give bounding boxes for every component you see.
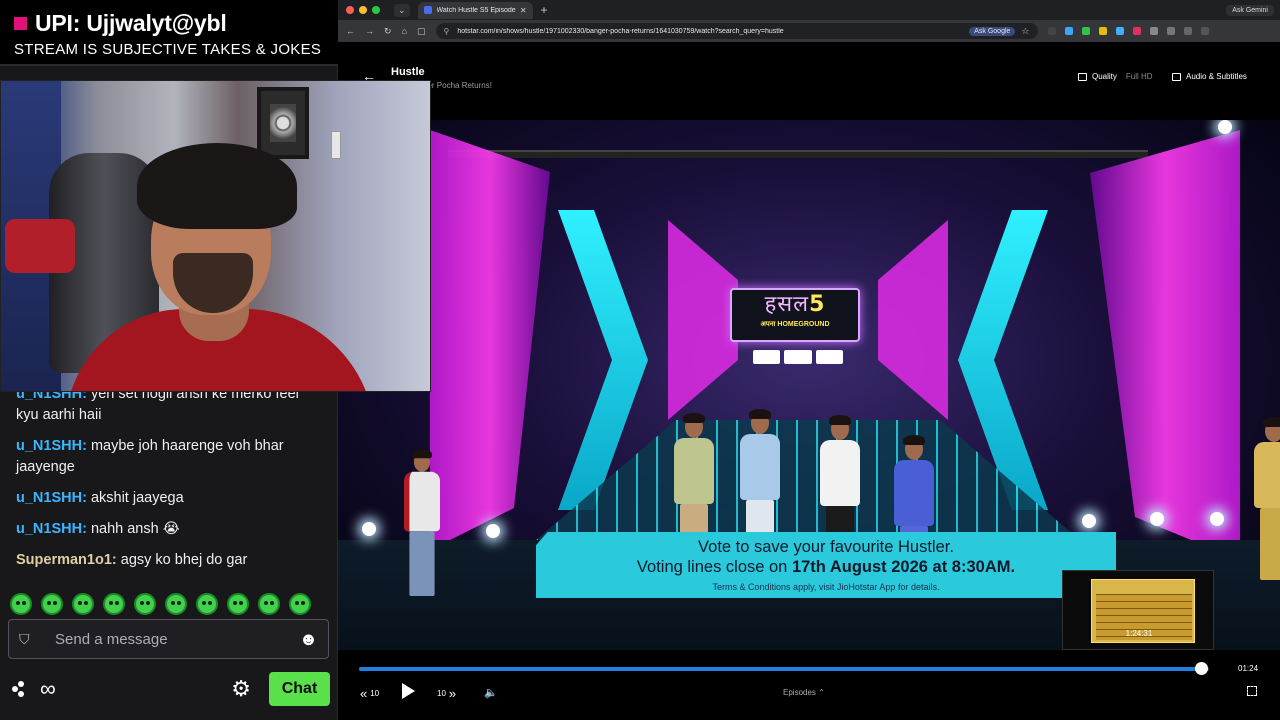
download-icon[interactable] <box>1166 27 1175 35</box>
chat-input[interactable] <box>55 630 300 648</box>
time-remaining: 01:24 <box>1238 664 1259 673</box>
chat-toolbar: ∞ ⚙ Chat <box>12 671 330 707</box>
url-field[interactable]: ⚲ hotstar.com/in/shows/hustle/1971002330… <box>435 23 1038 39</box>
chat-messages: u_N1SHH: yeh set hogii ansh ke merko fee… <box>0 384 338 581</box>
frog-emote-icon[interactable] <box>72 593 94 615</box>
shield-icon[interactable]: ⛉ <box>19 631 35 647</box>
chat-message: Superman1o1: agsy ko bhej do gar <box>0 550 338 571</box>
video-player: ← Hustle ger Pocha Returns! Quality Full… <box>338 42 1280 720</box>
show-title: Hustle <box>391 66 425 78</box>
extension-icon[interactable] <box>1047 27 1056 35</box>
chat-send-button[interactable]: Chat <box>269 672 330 706</box>
extensions <box>1047 27 1209 35</box>
ask-google-button[interactable]: Ask Google <box>969 26 1016 36</box>
show-logo: हसल5 अपना HOMEGROUND <box>730 288 860 342</box>
forward-icon: » <box>448 686 457 701</box>
quality-button[interactable]: Quality Full HD <box>1078 72 1153 81</box>
ask-gemini-button[interactable]: Ask Gemini <box>1226 4 1274 16</box>
extension-icon[interactable] <box>1098 27 1107 35</box>
wall-art <box>257 87 309 159</box>
chat-username[interactable]: u_N1SHH: <box>16 490 87 506</box>
frog-emote-icon[interactable] <box>258 593 280 615</box>
chat-message: u_N1SHH: maybe joh haarenge voh bhar jaa… <box>0 436 338 478</box>
progress-bar[interactable] <box>359 662 1209 675</box>
extension-icon[interactable] <box>1081 27 1090 35</box>
forward-icon[interactable]: → <box>365 26 374 36</box>
puzzle-icon[interactable] <box>1149 27 1158 35</box>
extension-icon[interactable] <box>1132 27 1141 35</box>
frog-emote-icon[interactable] <box>41 593 63 615</box>
home-icon[interactable]: ⌂ <box>402 26 407 36</box>
stream-tagline: STREAM IS SUBJECTIVE TAKES & JOKES <box>14 41 322 58</box>
progress-fill <box>359 667 1202 671</box>
new-tab-icon[interactable]: + <box>541 3 548 17</box>
profile-icon[interactable] <box>1183 27 1192 35</box>
contestant <box>400 449 443 596</box>
hotstar-favicon-icon <box>423 6 432 14</box>
browser-window: ⌄ Watch Hustle S5 Episode 4 - ✕ + Ask Ge… <box>338 0 1280 720</box>
browser-tab[interactable]: Watch Hustle S5 Episode 4 - ✕ <box>417 1 533 19</box>
upi-text: UPI: Ujjwalyt@ybl <box>35 10 227 36</box>
progress-knob[interactable] <box>1195 662 1209 675</box>
minimize-window-button[interactable] <box>359 6 367 14</box>
maximize-window-button[interactable] <box>372 6 380 14</box>
chat-message: u_N1SHH: akshit jaayega <box>0 488 338 509</box>
close-window-button[interactable] <box>346 6 354 14</box>
pink-square-icon <box>14 17 27 30</box>
window-controls <box>346 6 380 14</box>
webcam-feed <box>0 80 431 392</box>
subtitles-icon <box>1172 72 1181 81</box>
voting-ticker: Vote to save your favourite Hustler. Vot… <box>536 532 1116 598</box>
sidepanel-icon[interactable]: ▢ <box>417 26 426 37</box>
emote-bar <box>10 590 330 618</box>
emoji-icon[interactable]: ☻ <box>299 629 318 650</box>
extension-icon[interactable] <box>1115 27 1124 35</box>
sponsor-logos <box>753 350 843 364</box>
chat-text: agsy ko bhej do gar <box>120 552 248 568</box>
forward-10-button[interactable]: 10» <box>437 686 459 701</box>
scrub-preview-thumbnail: 1:24:31 <box>1062 570 1214 650</box>
audio-subtitles-button[interactable]: Audio & Subtitles <box>1172 72 1247 81</box>
extension-icon[interactable] <box>1064 27 1073 35</box>
tab-bar: ⌄ Watch Hustle S5 Episode 4 - ✕ + Ask Ge… <box>338 0 1280 20</box>
frog-emote-icon[interactable] <box>196 593 218 615</box>
frog-emote-icon[interactable] <box>134 593 156 615</box>
play-button[interactable] <box>402 683 415 699</box>
chat-input-box: ⛉ ☻ <box>8 619 329 659</box>
bookmark-star-icon[interactable]: ☆ <box>1021 26 1029 37</box>
address-bar: ← → ↻ ⌂ ▢ ⚲ hotstar.com/in/shows/hustle/… <box>338 20 1280 42</box>
menu-dots-icon[interactable] <box>1200 27 1209 35</box>
chat-username[interactable]: u_N1SHH: <box>16 521 87 537</box>
frog-emote-icon[interactable] <box>10 593 32 615</box>
chat-username[interactable]: u_N1SHH: <box>16 438 87 454</box>
episodes-button[interactable]: Episodes ⌃ <box>783 688 825 697</box>
close-tab-icon[interactable]: ✕ <box>520 6 527 15</box>
reload-icon[interactable]: ↻ <box>384 26 392 37</box>
fullscreen-icon[interactable] <box>1247 686 1257 696</box>
channel-points-icon[interactable]: ∞ <box>40 678 56 700</box>
volume-icon[interactable]: 🔈 <box>484 686 498 699</box>
bits-icon[interactable] <box>12 681 32 697</box>
chat-username[interactable]: Superman1o1: <box>16 552 117 568</box>
rewind-icon: « <box>360 686 368 701</box>
rewind-10-button[interactable]: «10 <box>360 686 379 701</box>
quality-icon <box>1078 72 1087 81</box>
screen: UPI: Ujjwalyt@ybl STREAM IS SUBJECTIVE T… <box>0 0 1280 720</box>
site-info-icon[interactable]: ⚲ <box>444 27 450 36</box>
url-text: hotstar.com/in/shows/hustle/1971002330/b… <box>457 27 784 35</box>
chat-text: nahh ansh 😭 <box>90 521 180 537</box>
frog-emote-icon[interactable] <box>227 593 249 615</box>
tab-search-chevron-icon[interactable]: ⌄ <box>394 3 410 17</box>
chat-message: u_N1SHH: nahh ansh 😭 <box>0 519 338 540</box>
stream-overlay: UPI: Ujjwalyt@ybl STREAM IS SUBJECTIVE T… <box>0 0 338 66</box>
gear-icon[interactable]: ⚙ <box>231 676 251 702</box>
frog-emote-icon[interactable] <box>103 593 125 615</box>
episode-title: ger Pocha Returns! <box>423 81 492 90</box>
back-icon[interactable]: ← <box>346 26 355 36</box>
chat-text: akshit jaayega <box>90 490 184 506</box>
contestant <box>1250 417 1280 580</box>
frog-emote-icon[interactable] <box>289 593 311 615</box>
frog-emote-icon[interactable] <box>165 593 187 615</box>
